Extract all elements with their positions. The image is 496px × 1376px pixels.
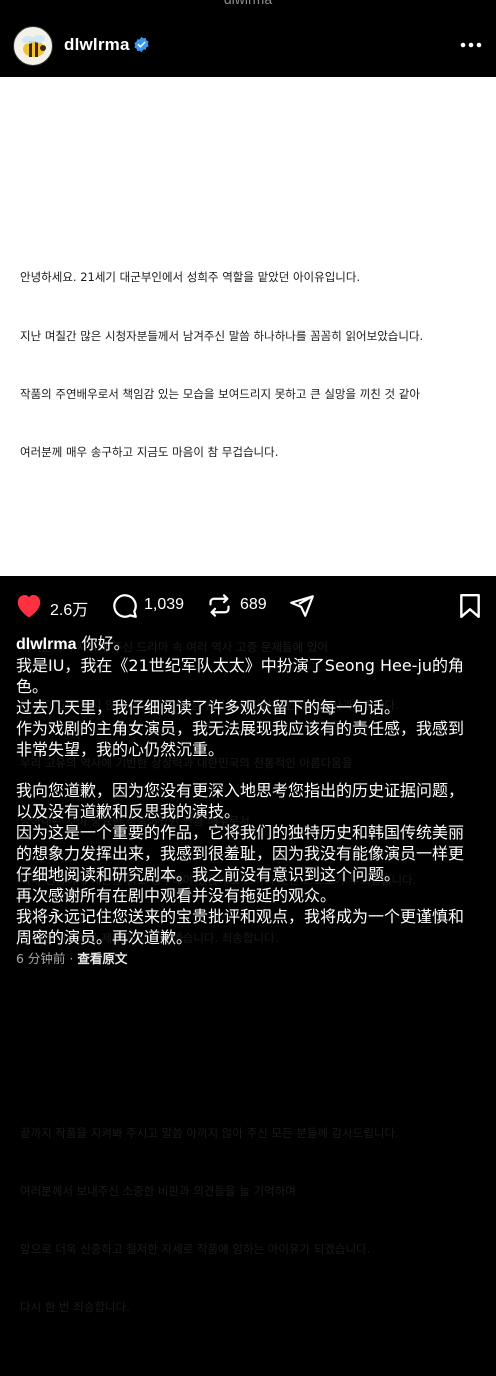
username[interactable]: dlwlrma	[64, 35, 130, 55]
caption-line: 因为这是一个重要的作品，它将我们的独特历史和韩国传统美丽	[16, 823, 465, 842]
share-icon[interactable]	[288, 593, 316, 619]
caption-line: 过去几天里，我仔细阅读了许多观众留下的每一句话。	[16, 698, 401, 717]
avatar-bee-icon	[22, 35, 46, 57]
caption-username[interactable]: dlwlrma	[16, 636, 76, 653]
avatar[interactable]	[13, 26, 53, 66]
more-options-icon[interactable]	[460, 42, 482, 48]
caption-line: 再次感谢所有在剧中观看并没有拖延的观众。	[16, 886, 337, 905]
see-original-link[interactable]: 查看原文	[77, 951, 127, 966]
paragraph-1: 안녕하세요. 21세기 대군부인에서 성희주 역할을 맡았던 아이유입니다. 지…	[20, 230, 490, 502]
text-line: 여러분께 매우 송구하고 지금도 마음이 참 무겁습니다.	[20, 445, 279, 460]
caption-line: 作为戏剧的主角女演员，我无法展现我应该有的责任感，我感到	[16, 719, 465, 738]
text-line: 앞으로 더욱 신중하고 철저한 자세로 작품에 임하는 아이유가 되겠습니다.	[20, 1241, 371, 1256]
text-line: 끝까지 작품을 지켜봐 주시고 말씀 아끼지 않아 주신 모든 분들께 감사드립…	[20, 1125, 399, 1140]
caption-line: 我向您道歉，因为您没有更深入地思考您指出的历史证据问题，	[16, 781, 465, 800]
repost-count[interactable]: 689	[240, 596, 267, 614]
caption-line: 周密的演员。再次道歉。	[16, 928, 193, 947]
post-header: dlwlrma	[0, 14, 496, 76]
caption-line: 非常失望，我的心仍然沉重。	[16, 740, 225, 759]
caption-line: 我将永远记住您送来的宝贵批评和观点，我将成为一个更谨慎和	[16, 907, 465, 926]
heart-icon[interactable]	[14, 591, 44, 619]
caption-line: 以及没有道歉和反思我的演技。	[16, 802, 241, 821]
text-line: 다시 한 번 죄송합니다.	[20, 1300, 130, 1315]
caption-line: 仔细地阅读和研究剧本。我之前没有意识到这个问题。	[16, 865, 401, 884]
verified-badge-icon	[134, 36, 149, 53]
caption-line: 色。	[16, 677, 49, 696]
caption-line: 的想象力发挥出来，我感到很羞耻，因为我没有能像演员一样更	[16, 844, 465, 863]
footer-separator: ·	[65, 951, 78, 966]
comment-icon[interactable]	[111, 592, 138, 619]
like-count[interactable]: 2.6万	[50, 596, 88, 620]
bookmark-icon[interactable]	[458, 593, 482, 619]
repost-icon[interactable]	[206, 592, 233, 619]
text-line: 여러분께서 보내주신 소중한 비판과 의견들을 늘 기억하며	[20, 1183, 296, 1198]
text-line: 지난 며칠간 많은 시청자분들께서 남겨주신 말씀 하나하나를 꼼꼼히 읽어보았…	[20, 328, 424, 343]
text-line: 작품의 주연배우로서 책임감 있는 모습을 보여드리지 못하고 큰 실망을 끼친…	[20, 386, 420, 401]
action-bar: 2.6万 1,039 689	[0, 588, 496, 624]
caption: dlwlrma 你好。 我是IU，我在《21世纪军队太太》中扮演了Seong H…	[16, 633, 486, 948]
post-time: 6 分钟前	[16, 951, 66, 966]
caption-line: 我是IU，我在《21世纪军队太太》中扮演了Seong Hee-ju的角	[16, 656, 465, 675]
comment-count[interactable]: 1,039	[144, 596, 184, 614]
caption-greeting: 你好。	[81, 634, 130, 653]
text-line: 안녕하세요. 21세기 대군부인에서 성희주 역할을 맡았던 아이유입니다.	[20, 270, 361, 285]
paragraph-3: 끝까지 작품을 지켜봐 주시고 말씀 아끼지 않아 주신 모든 분들께 감사드립…	[20, 1085, 490, 1357]
status-bar-text: dlwlrma	[0, 0, 496, 7]
status-bar: dlwlrma	[0, 0, 496, 8]
post-footer: 6 分钟前 · 查看原文	[16, 948, 127, 967]
